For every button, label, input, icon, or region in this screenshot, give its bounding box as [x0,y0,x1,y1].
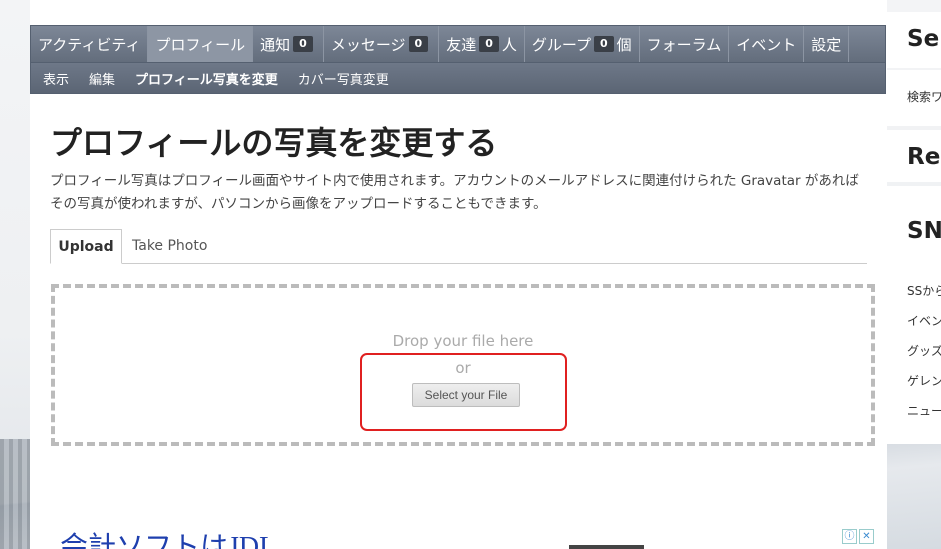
sidebar-widget-title: Re [907,144,941,170]
groups-count-badge: 0 [593,36,614,52]
tab-upload[interactable]: Upload [50,229,122,264]
subnav-item-change-avatar[interactable]: プロフィール写真を変更 [135,69,278,88]
notifications-count-badge: 0 [293,36,313,52]
ad-controls: ⓘ ✕ [842,529,874,544]
nav-item-forums[interactable]: フォーラム [640,26,730,62]
page-title: プロフィールの写真を変更する [50,124,498,162]
ad-text: 会計ソフトはJDL [60,532,277,549]
ad-banner[interactable]: 会計ソフトはJDL [46,528,871,549]
profile-sub-nav: 表示 編集 プロフィール写真を変更 カバー写真変更 [30,63,886,94]
nav-item-events[interactable]: イベント [729,26,805,62]
tab-take-photo[interactable]: Take Photo [122,229,217,263]
nav-item-groups[interactable]: グループ 0 個 [525,26,640,62]
ad-graphic [569,545,644,549]
sidebar-search-field[interactable]: 検索ワ [887,70,941,126]
sidebar-widget-title: SN [907,218,941,244]
nav-item-notifications[interactable]: 通知 0 [253,26,324,62]
nav-item-activity[interactable]: アクティビティ [31,26,149,62]
sidebar-link[interactable]: ゲレン [907,372,941,389]
sidebar-link[interactable]: ニュー [907,402,941,419]
subnav-item-view[interactable]: 表示 [43,69,69,88]
nav-item-profile[interactable]: プロフィール [148,26,254,62]
messages-count-badge: 0 [408,36,429,52]
drop-file-text: Drop your file here [392,332,534,350]
sidebar-search-widget: Se [887,12,941,68]
sidebar-widget-title: Se [907,26,940,52]
nav-item-messages[interactable]: メッセージ 0 [324,26,440,62]
subnav-item-edit[interactable]: 編集 [89,69,115,88]
sidebar-link[interactable]: イベン [907,312,941,329]
sidebar-sns-widget: SN SSから イベン グッズ ゲレン ニュー [887,186,941,444]
avatar-upload-tabs: Upload Take Photo [50,229,867,264]
highlight-box [360,353,567,431]
ad-info-icon[interactable]: ⓘ [842,529,857,544]
ad-close-icon[interactable]: ✕ [859,529,874,544]
sidebar-link[interactable]: グッズ [907,342,941,359]
page-description: プロフィール写真はプロフィール画面やサイト内で使用されます。アカウントのメールア… [50,173,859,212]
profile-primary-nav: アクティビティ プロフィール 通知 0 メッセージ 0 友達 0 人 グループ … [30,25,886,63]
friends-count-badge: 0 [479,36,499,52]
sidebar-link[interactable]: SSから [907,282,941,299]
nav-item-friends[interactable]: 友達 0 人 [439,26,525,62]
nav-item-settings[interactable]: 設定 [804,26,850,62]
sidebar-recent-widget: Re [887,130,941,182]
sidebar-search-label: 検索ワ [907,90,941,104]
subnav-item-change-cover[interactable]: カバー写真変更 [298,69,389,88]
